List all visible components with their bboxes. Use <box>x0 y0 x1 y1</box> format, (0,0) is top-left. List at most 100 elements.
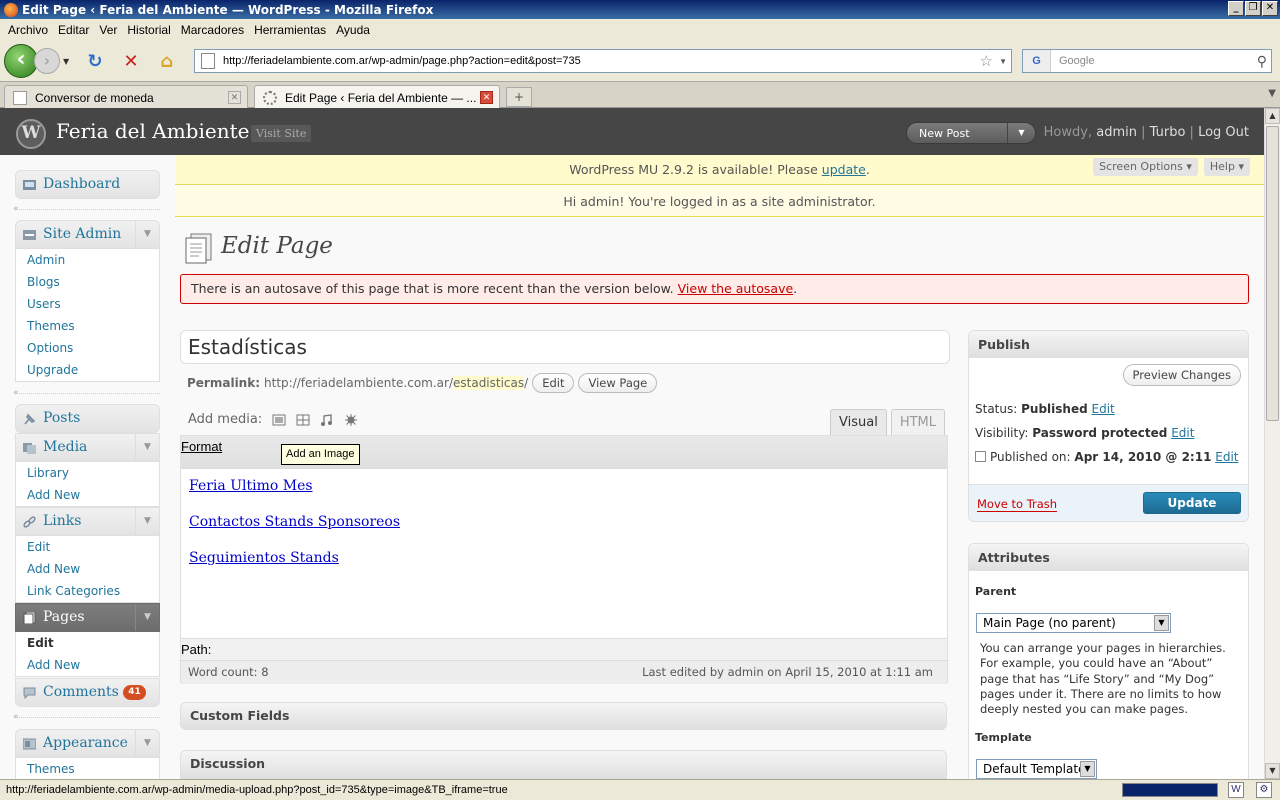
tab-html[interactable]: HTML <box>890 409 945 435</box>
url-bar[interactable]: http://feriadelambiente.com.ar/wp-admin/… <box>194 49 1012 73</box>
menu-posts[interactable]: Posts <box>15 404 160 433</box>
edit-permalink-button[interactable]: Edit <box>532 373 575 393</box>
submenu-options[interactable]: Options <box>16 337 159 359</box>
home-icon[interactable]: ⌂ <box>153 47 181 75</box>
view-page-button[interactable]: View Page <box>578 373 658 393</box>
history-dropdown-icon[interactable]: ▼ <box>63 57 73 66</box>
user-link[interactable]: admin <box>1096 125 1137 140</box>
update-link[interactable]: update <box>822 162 866 177</box>
audio-icon[interactable] <box>320 413 334 426</box>
menu-comments[interactable]: Comments 41 <box>15 678 160 707</box>
favorite-actions[interactable]: New Post ▼ <box>906 122 1036 144</box>
menu-toggle-icon[interactable]: ▼ <box>135 434 159 461</box>
close-tab-icon[interactable]: ✕ <box>228 91 241 104</box>
google-engine-icon[interactable]: G <box>1023 50 1051 72</box>
help-button[interactable]: Help ▾ <box>1203 158 1250 176</box>
media-icon[interactable] <box>344 413 358 426</box>
permalink-slug[interactable]: estadisticas <box>453 376 525 390</box>
minimize-button[interactable]: _ <box>1228 1 1244 16</box>
post-title-input[interactable]: Estadísticas <box>180 330 950 364</box>
edit-date-link[interactable]: Edit <box>1215 450 1238 464</box>
menu-historial[interactable]: Historial <box>125 23 178 37</box>
menu-toggle-icon[interactable]: ▼ <box>135 221 159 248</box>
maximize-button[interactable]: ❐ <box>1245 1 1261 16</box>
edit-visibility-link[interactable]: Edit <box>1171 426 1194 440</box>
page-scrollbar[interactable]: ▲ ▼ <box>1264 108 1280 779</box>
menu-appearance[interactable]: Appearance ▼ <box>15 729 160 758</box>
move-to-trash-link[interactable]: Move to Trash <box>977 497 1058 512</box>
preview-changes-button[interactable]: Preview Changes <box>1122 364 1241 386</box>
submenu-admin[interactable]: Admin <box>16 249 159 271</box>
submenu-media-add-new[interactable]: Add New <box>16 484 159 506</box>
settings-gear-icon[interactable]: ⚙ <box>1256 782 1272 798</box>
format-dropdown[interactable]: Format <box>181 439 222 454</box>
menu-dashboard[interactable]: Dashboard <box>15 170 160 199</box>
image-icon[interactable] <box>272 414 286 426</box>
submenu-links-add-new[interactable]: Add New <box>16 558 159 580</box>
submenu-links-edit[interactable]: Edit <box>16 536 159 558</box>
submenu-appearance-themes[interactable]: Themes <box>16 758 159 780</box>
menu-toggle-icon[interactable]: ▼ <box>135 604 159 631</box>
submenu-users[interactable]: Users <box>16 293 159 315</box>
edit-status-link[interactable]: Edit <box>1092 402 1115 416</box>
parent-select[interactable]: Main Page (no parent) ▼ <box>976 613 1171 633</box>
search-bar[interactable]: G Google ⚲ <box>1022 49 1272 73</box>
custom-fields-box[interactable]: Custom Fields <box>180 702 947 730</box>
bookmark-star-icon[interactable]: ☆ <box>980 52 993 70</box>
menu-site-admin[interactable]: Site Admin ▼ <box>15 220 160 249</box>
submenu-upgrade[interactable]: Upgrade <box>16 359 159 381</box>
scroll-down-icon[interactable]: ▼ <box>1265 763 1280 779</box>
collapse-arrow-icon[interactable]: « <box>13 712 19 722</box>
scroll-up-icon[interactable]: ▲ <box>1265 108 1280 124</box>
new-post-button[interactable]: New Post <box>919 127 970 140</box>
close-tab-icon[interactable]: ✕ <box>480 91 493 104</box>
close-window-button[interactable]: ✕ <box>1262 1 1278 16</box>
video-icon[interactable] <box>296 414 310 426</box>
menu-pages[interactable]: Pages ▼ <box>15 603 160 632</box>
turbo-link[interactable]: Turbo <box>1150 125 1186 140</box>
editor-content[interactable]: Feria Ultimo Mes Contactos Stands Sponso… <box>189 478 400 586</box>
screen-options-button[interactable]: Screen Options ▾ <box>1093 158 1198 176</box>
content-link[interactable]: Feria Ultimo Mes <box>189 478 400 514</box>
tab-edit-page[interactable]: Edit Page ‹ Feria del Ambiente — ... ✕ <box>254 85 500 109</box>
submenu-library[interactable]: Library <box>16 462 159 484</box>
stop-icon[interactable]: ✕ <box>117 47 145 75</box>
view-autosave-link[interactable]: View the autosave <box>678 281 794 296</box>
menu-herramientas[interactable]: Herramientas <box>252 23 334 37</box>
tab-conversor[interactable]: Conversor de moneda ✕ <box>4 85 248 109</box>
menu-ayuda[interactable]: Ayuda <box>334 23 378 37</box>
forward-arrow-icon[interactable]: › <box>34 48 60 74</box>
template-select[interactable]: Default Template ▼ <box>976 759 1097 779</box>
content-link[interactable]: Seguimientos Stands <box>189 550 400 586</box>
chevron-down-icon[interactable]: ▼ <box>1007 123 1035 143</box>
collapse-arrow-icon[interactable]: « <box>13 388 19 398</box>
tab-visual[interactable]: Visual <box>830 409 887 435</box>
menu-marcadores[interactable]: Marcadores <box>179 23 252 37</box>
menu-links[interactable]: Links ▼ <box>15 507 160 536</box>
word-icon[interactable]: W <box>1228 782 1244 798</box>
reload-icon[interactable]: ↻ <box>81 47 109 75</box>
submenu-pages-add-new[interactable]: Add New <box>16 654 159 676</box>
submenu-pages-edit[interactable]: Edit <box>16 632 159 654</box>
submenu-themes[interactable]: Themes <box>16 315 159 337</box>
logout-link[interactable]: Log Out <box>1198 125 1249 140</box>
site-name[interactable]: Feria del Ambiente <box>56 119 249 143</box>
menu-toggle-icon[interactable]: ▼ <box>135 508 159 535</box>
submenu-link-categories[interactable]: Link Categories <box>16 580 159 602</box>
discussion-box[interactable]: Discussion <box>180 750 947 779</box>
menu-ver[interactable]: Ver <box>97 23 125 37</box>
visit-site-button[interactable]: Visit Site <box>251 125 312 142</box>
search-icon[interactable]: ⚲ <box>1257 53 1267 70</box>
url-dropdown-icon[interactable]: ▼ <box>999 57 1007 66</box>
new-tab-button[interactable]: + <box>506 87 532 107</box>
menu-editar[interactable]: Editar <box>56 23 97 37</box>
scroll-thumb[interactable] <box>1266 126 1279 421</box>
menu-toggle-icon[interactable]: ▼ <box>135 730 159 757</box>
tab-list-icon[interactable]: ▼ <box>1268 88 1276 99</box>
collapse-arrow-icon[interactable]: « <box>13 204 19 214</box>
update-button[interactable]: Update <box>1143 492 1241 514</box>
content-link[interactable]: Contactos Stands Sponsoreos <box>189 514 400 550</box>
submenu-blogs[interactable]: Blogs <box>16 271 159 293</box>
menu-media[interactable]: Media ▼ <box>15 433 160 462</box>
menu-archivo[interactable]: Archivo <box>6 23 56 37</box>
